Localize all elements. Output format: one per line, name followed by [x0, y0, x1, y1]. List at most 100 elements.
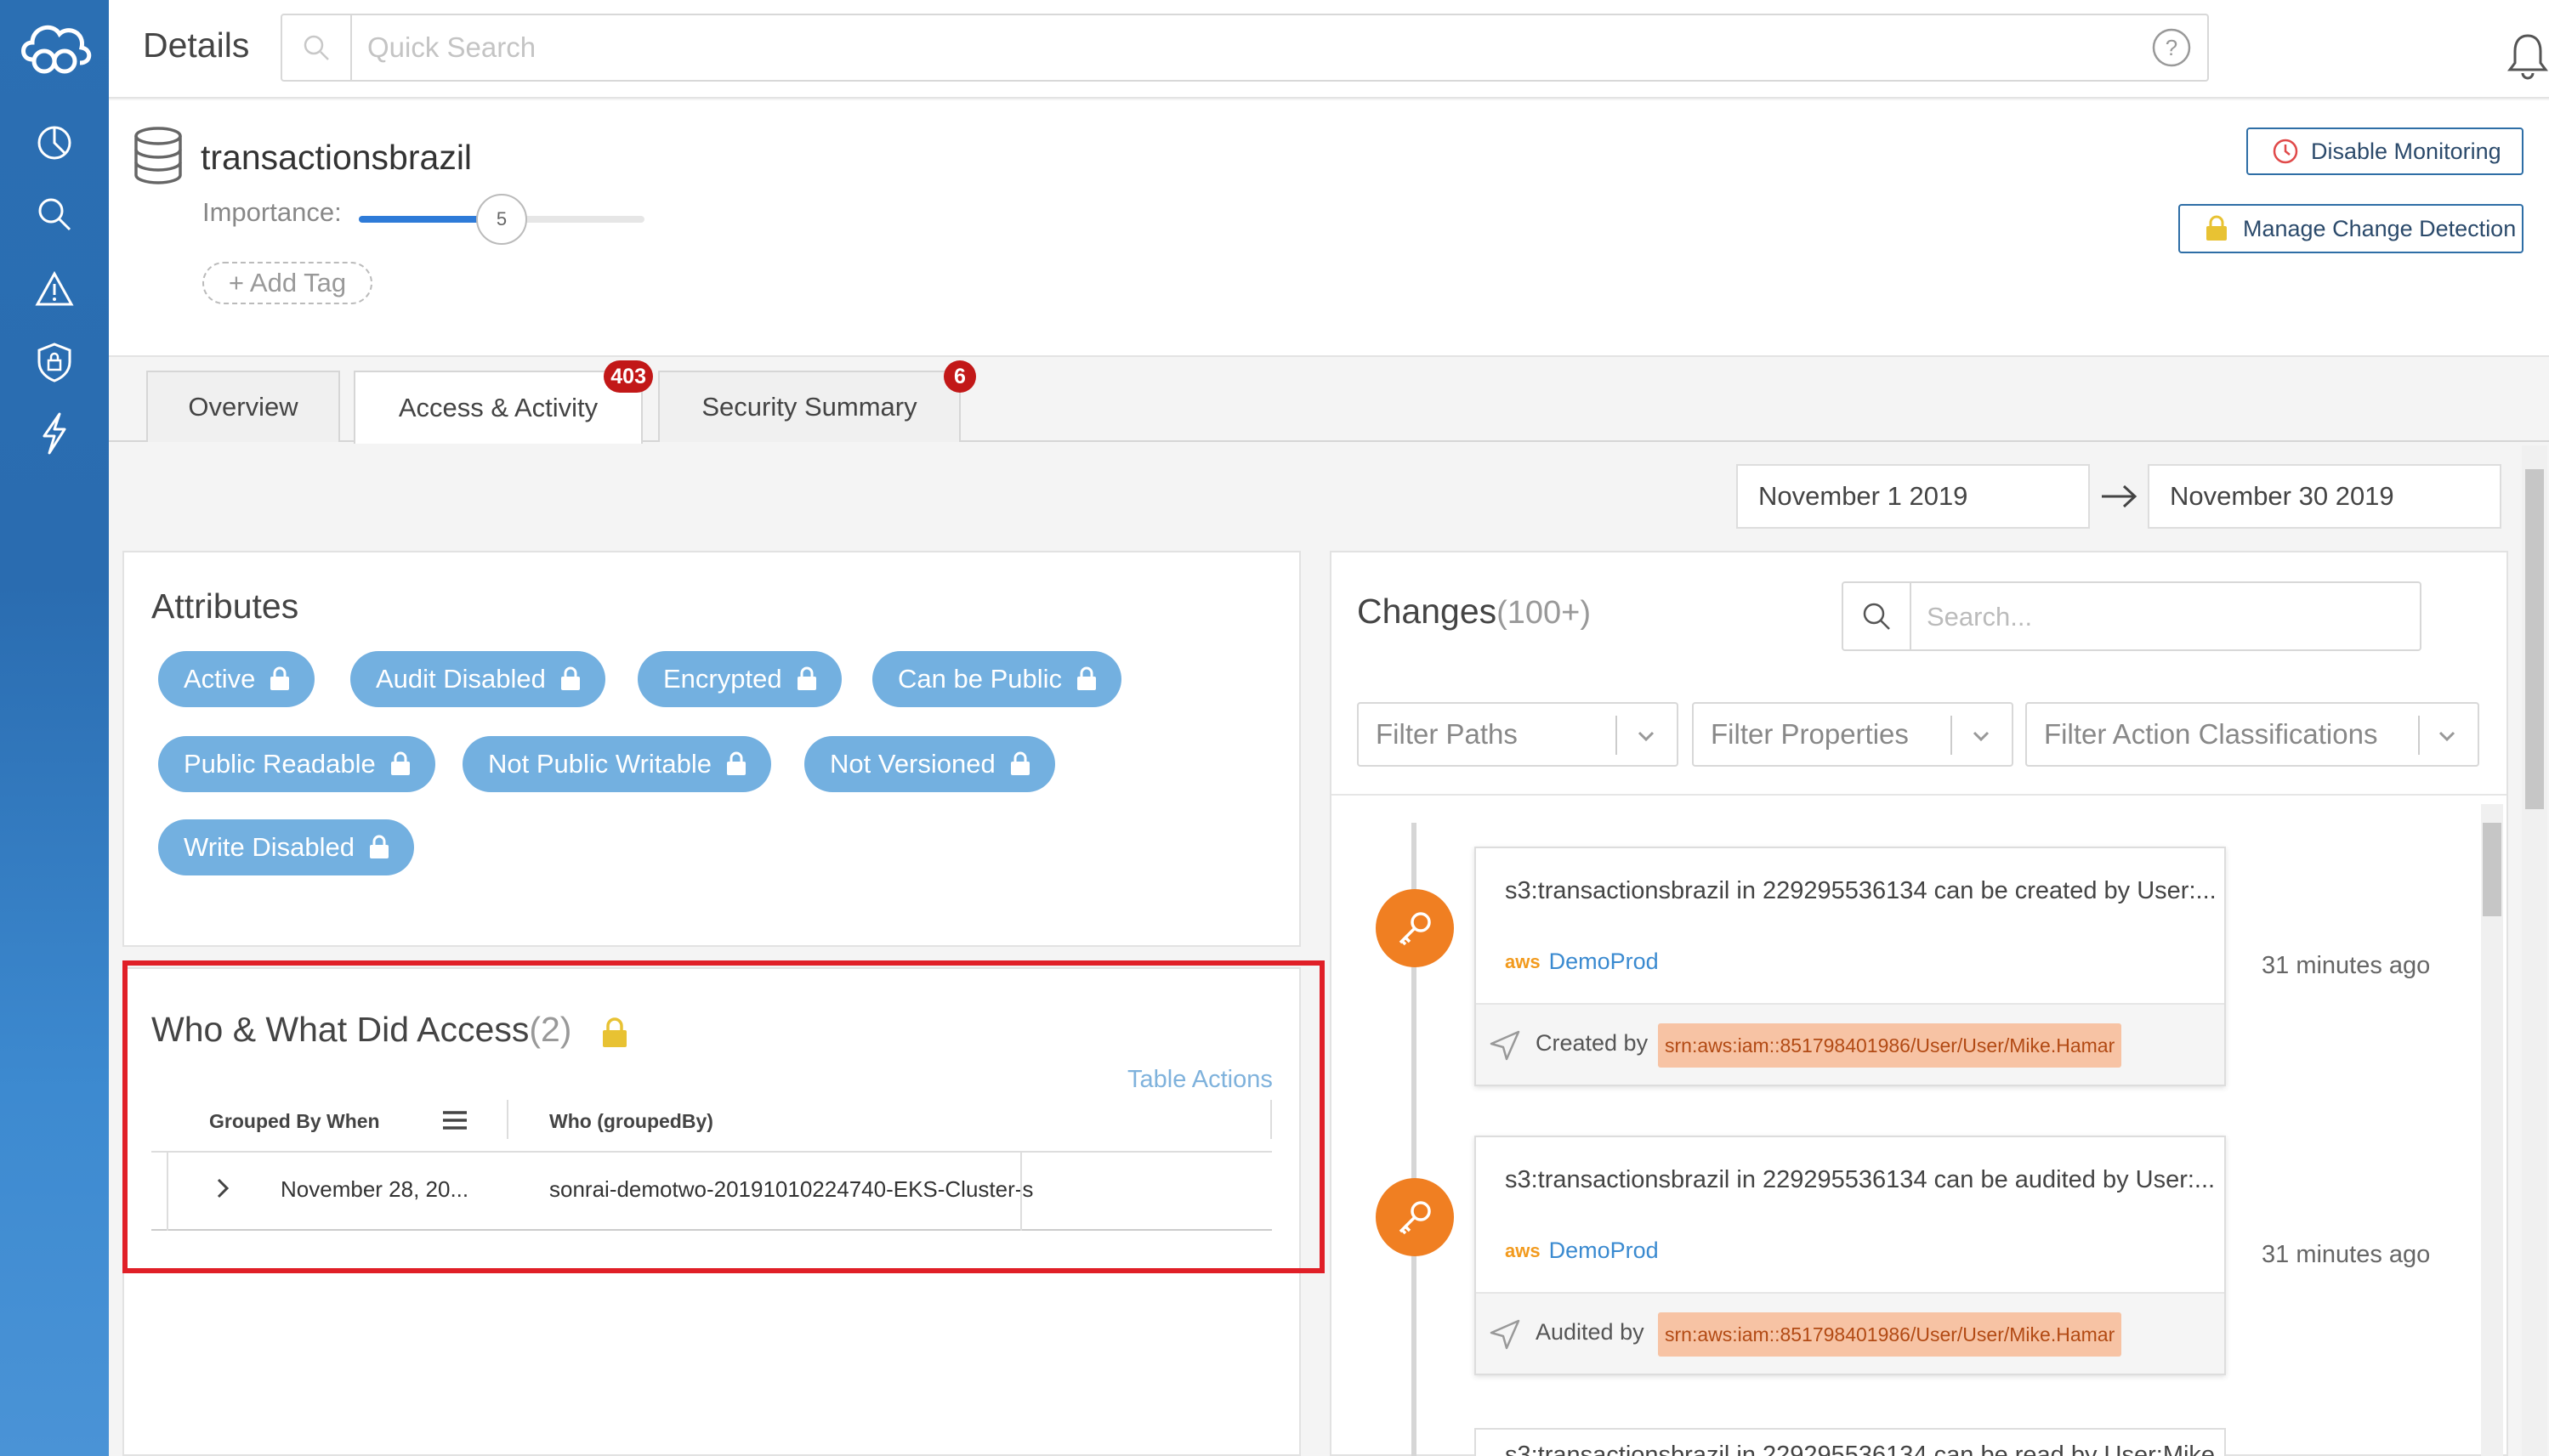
attribute-pill[interactable]: Not Public Writable: [463, 736, 772, 792]
filter-paths-label: Filter Paths: [1376, 718, 1518, 750]
access-title: Who & What Did Access(2): [151, 1010, 571, 1050]
quick-search-input[interactable]: [367, 25, 2068, 70]
changes-search-input[interactable]: [1927, 595, 2403, 639]
bell-icon[interactable]: [2505, 31, 2549, 82]
column-divider: [1270, 1100, 1272, 1139]
chevron-down-icon: [1967, 722, 1995, 750]
quick-search[interactable]: ?: [281, 14, 2209, 82]
chevron-right-icon[interactable]: [211, 1173, 235, 1204]
attributes-title: Attributes: [151, 586, 299, 626]
account-link[interactable]: aws DemoProd: [1505, 949, 1659, 975]
change-card[interactable]: s3:transactionsbrazil in 229295536134 ca…: [1474, 1136, 2226, 1375]
column-header-who[interactable]: Who (groupedBy): [549, 1110, 713, 1133]
column-divider: [507, 1100, 508, 1139]
tab-overview-label: Overview: [188, 392, 298, 422]
lock-icon: [600, 1017, 629, 1049]
pill-label: Audit Disabled: [376, 664, 546, 694]
sonrai-logo-icon[interactable]: [15, 15, 94, 80]
srn-badge[interactable]: srn:aws:iam::851798401986/User/User/Mike…: [1658, 1312, 2122, 1357]
lock-icon: [1076, 666, 1098, 692]
changes-count: (100+): [1496, 595, 1592, 631]
attribute-pill[interactable]: Public Readable: [158, 736, 435, 792]
top-bar: Details ? BR: [109, 0, 2549, 99]
page-scrollbar[interactable]: [2522, 445, 2547, 1456]
attribute-pill[interactable]: Can be Public: [872, 651, 1122, 707]
attribute-pill[interactable]: Write Disabled: [158, 819, 415, 875]
change-by-label: Created by: [1536, 1030, 1649, 1056]
scrollbar-thumb[interactable]: [2483, 823, 2501, 916]
chevron-down-icon: [2433, 722, 2461, 750]
change-card[interactable]: s3:transactionsbrazil in 229295536134 ca…: [1474, 847, 2226, 1086]
date-to-input[interactable]: November 30 2019: [2148, 464, 2501, 529]
attribute-pill[interactable]: Not Versioned: [804, 736, 1055, 792]
tab-access-activity[interactable]: Access & Activity 403: [354, 360, 653, 444]
filter-action-classifications-select[interactable]: Filter Action Classifications: [2025, 702, 2479, 767]
manage-change-detection-label: Manage Change Detection: [2243, 215, 2517, 241]
change-card[interactable]: s3:transactionsbrazil in 229295536134 ca…: [1474, 1428, 2226, 1456]
key-icon: [1376, 1178, 1454, 1256]
cell-when: November 28, 20...: [281, 1176, 469, 1202]
lock-icon: [796, 666, 818, 692]
dashboard-pie-icon[interactable]: [32, 121, 77, 165]
add-tag-button[interactable]: + Add Tag: [202, 262, 372, 304]
lock-icon: [2204, 215, 2231, 242]
attribute-pill[interactable]: Audit Disabled: [350, 651, 605, 707]
help-icon[interactable]: ?: [2151, 27, 2192, 68]
change-time: 31 minutes ago: [2262, 1241, 2431, 1268]
pill-label: Not Public Writable: [488, 749, 712, 779]
filter-paths-select[interactable]: Filter Paths: [1357, 702, 1678, 767]
alert-triangle-icon[interactable]: [32, 267, 77, 311]
access-title-text: Who & What Did Access: [151, 1010, 530, 1049]
srn-badge[interactable]: srn:aws:iam::851798401986/User/User/Mike…: [1658, 1023, 2122, 1068]
changes-search[interactable]: [1842, 581, 2421, 651]
database-icon: [133, 126, 184, 185]
aws-logo-icon: aws: [1505, 1239, 1541, 1261]
table-row[interactable]: November 28, 20... sonrai-demotwo-201910…: [151, 1153, 1272, 1231]
attribute-pill[interactable]: Encrypted: [638, 651, 842, 707]
tab-badge: 6: [944, 360, 976, 393]
manage-change-detection-button[interactable]: Manage Change Detection: [2178, 204, 2523, 253]
arrow-right-icon: [2100, 481, 2137, 512]
lock-icon: [1009, 751, 1031, 777]
lock-icon: [559, 666, 582, 692]
cell-who: sonrai-demotwo-20191010224740-EKS-Cluste…: [549, 1176, 1034, 1202]
attribute-pill[interactable]: Active: [158, 651, 315, 707]
lock-icon: [269, 666, 291, 692]
filter-divider: [1331, 794, 2506, 796]
navigation-arrow-icon: [1488, 1317, 1522, 1351]
lock-icon: [368, 835, 390, 860]
account-name: DemoProd: [1548, 949, 1659, 974]
date-from-input[interactable]: November 1 2019: [1736, 464, 2090, 529]
disable-monitoring-button[interactable]: Disable Monitoring: [2246, 127, 2523, 175]
lock-icon: [725, 751, 747, 777]
select-divider: [1950, 716, 1952, 755]
search-icon[interactable]: [32, 192, 77, 236]
shield-lock-icon[interactable]: [32, 340, 77, 384]
importance-slider-knob[interactable]: 5: [476, 194, 527, 245]
pill-label: Active: [184, 664, 256, 694]
page-title: Details: [143, 25, 250, 65]
change-title: s3:transactionsbrazil in 229295536134 ca…: [1505, 1166, 2216, 1193]
account-link[interactable]: aws DemoProd: [1505, 1238, 1659, 1264]
filter-action-classifications-label: Filter Action Classifications: [2044, 718, 2378, 750]
changes-scrollbar[interactable]: [2481, 804, 2503, 1456]
search-icon: [282, 15, 352, 80]
tab-overview[interactable]: Overview: [146, 371, 340, 442]
lightning-icon[interactable]: [32, 411, 77, 456]
tab-access-activity-label: Access & Activity: [398, 393, 599, 422]
column-menu-icon[interactable]: [440, 1108, 469, 1132]
pill-label: Public Readable: [184, 749, 376, 779]
disable-monitoring-label: Disable Monitoring: [2311, 138, 2501, 164]
change-title: s3:transactionsbrazil in 229295536134 ca…: [1505, 1442, 2216, 1456]
tab-security-summary[interactable]: Security Summary 6: [658, 360, 976, 442]
select-divider: [1615, 716, 1617, 755]
row-divider: [167, 1153, 168, 1231]
importance-slider[interactable]: 5: [359, 194, 644, 245]
scrollbar-thumb[interactable]: [2525, 469, 2544, 809]
filter-properties-label: Filter Properties: [1711, 718, 1909, 750]
column-header-grouped-by-when[interactable]: Grouped By When: [209, 1110, 380, 1133]
filter-properties-select[interactable]: Filter Properties: [1692, 702, 2013, 767]
svg-text:?: ?: [2166, 35, 2177, 60]
row-divider: [1020, 1153, 1022, 1231]
table-actions-link[interactable]: Table Actions: [1127, 1066, 1273, 1094]
